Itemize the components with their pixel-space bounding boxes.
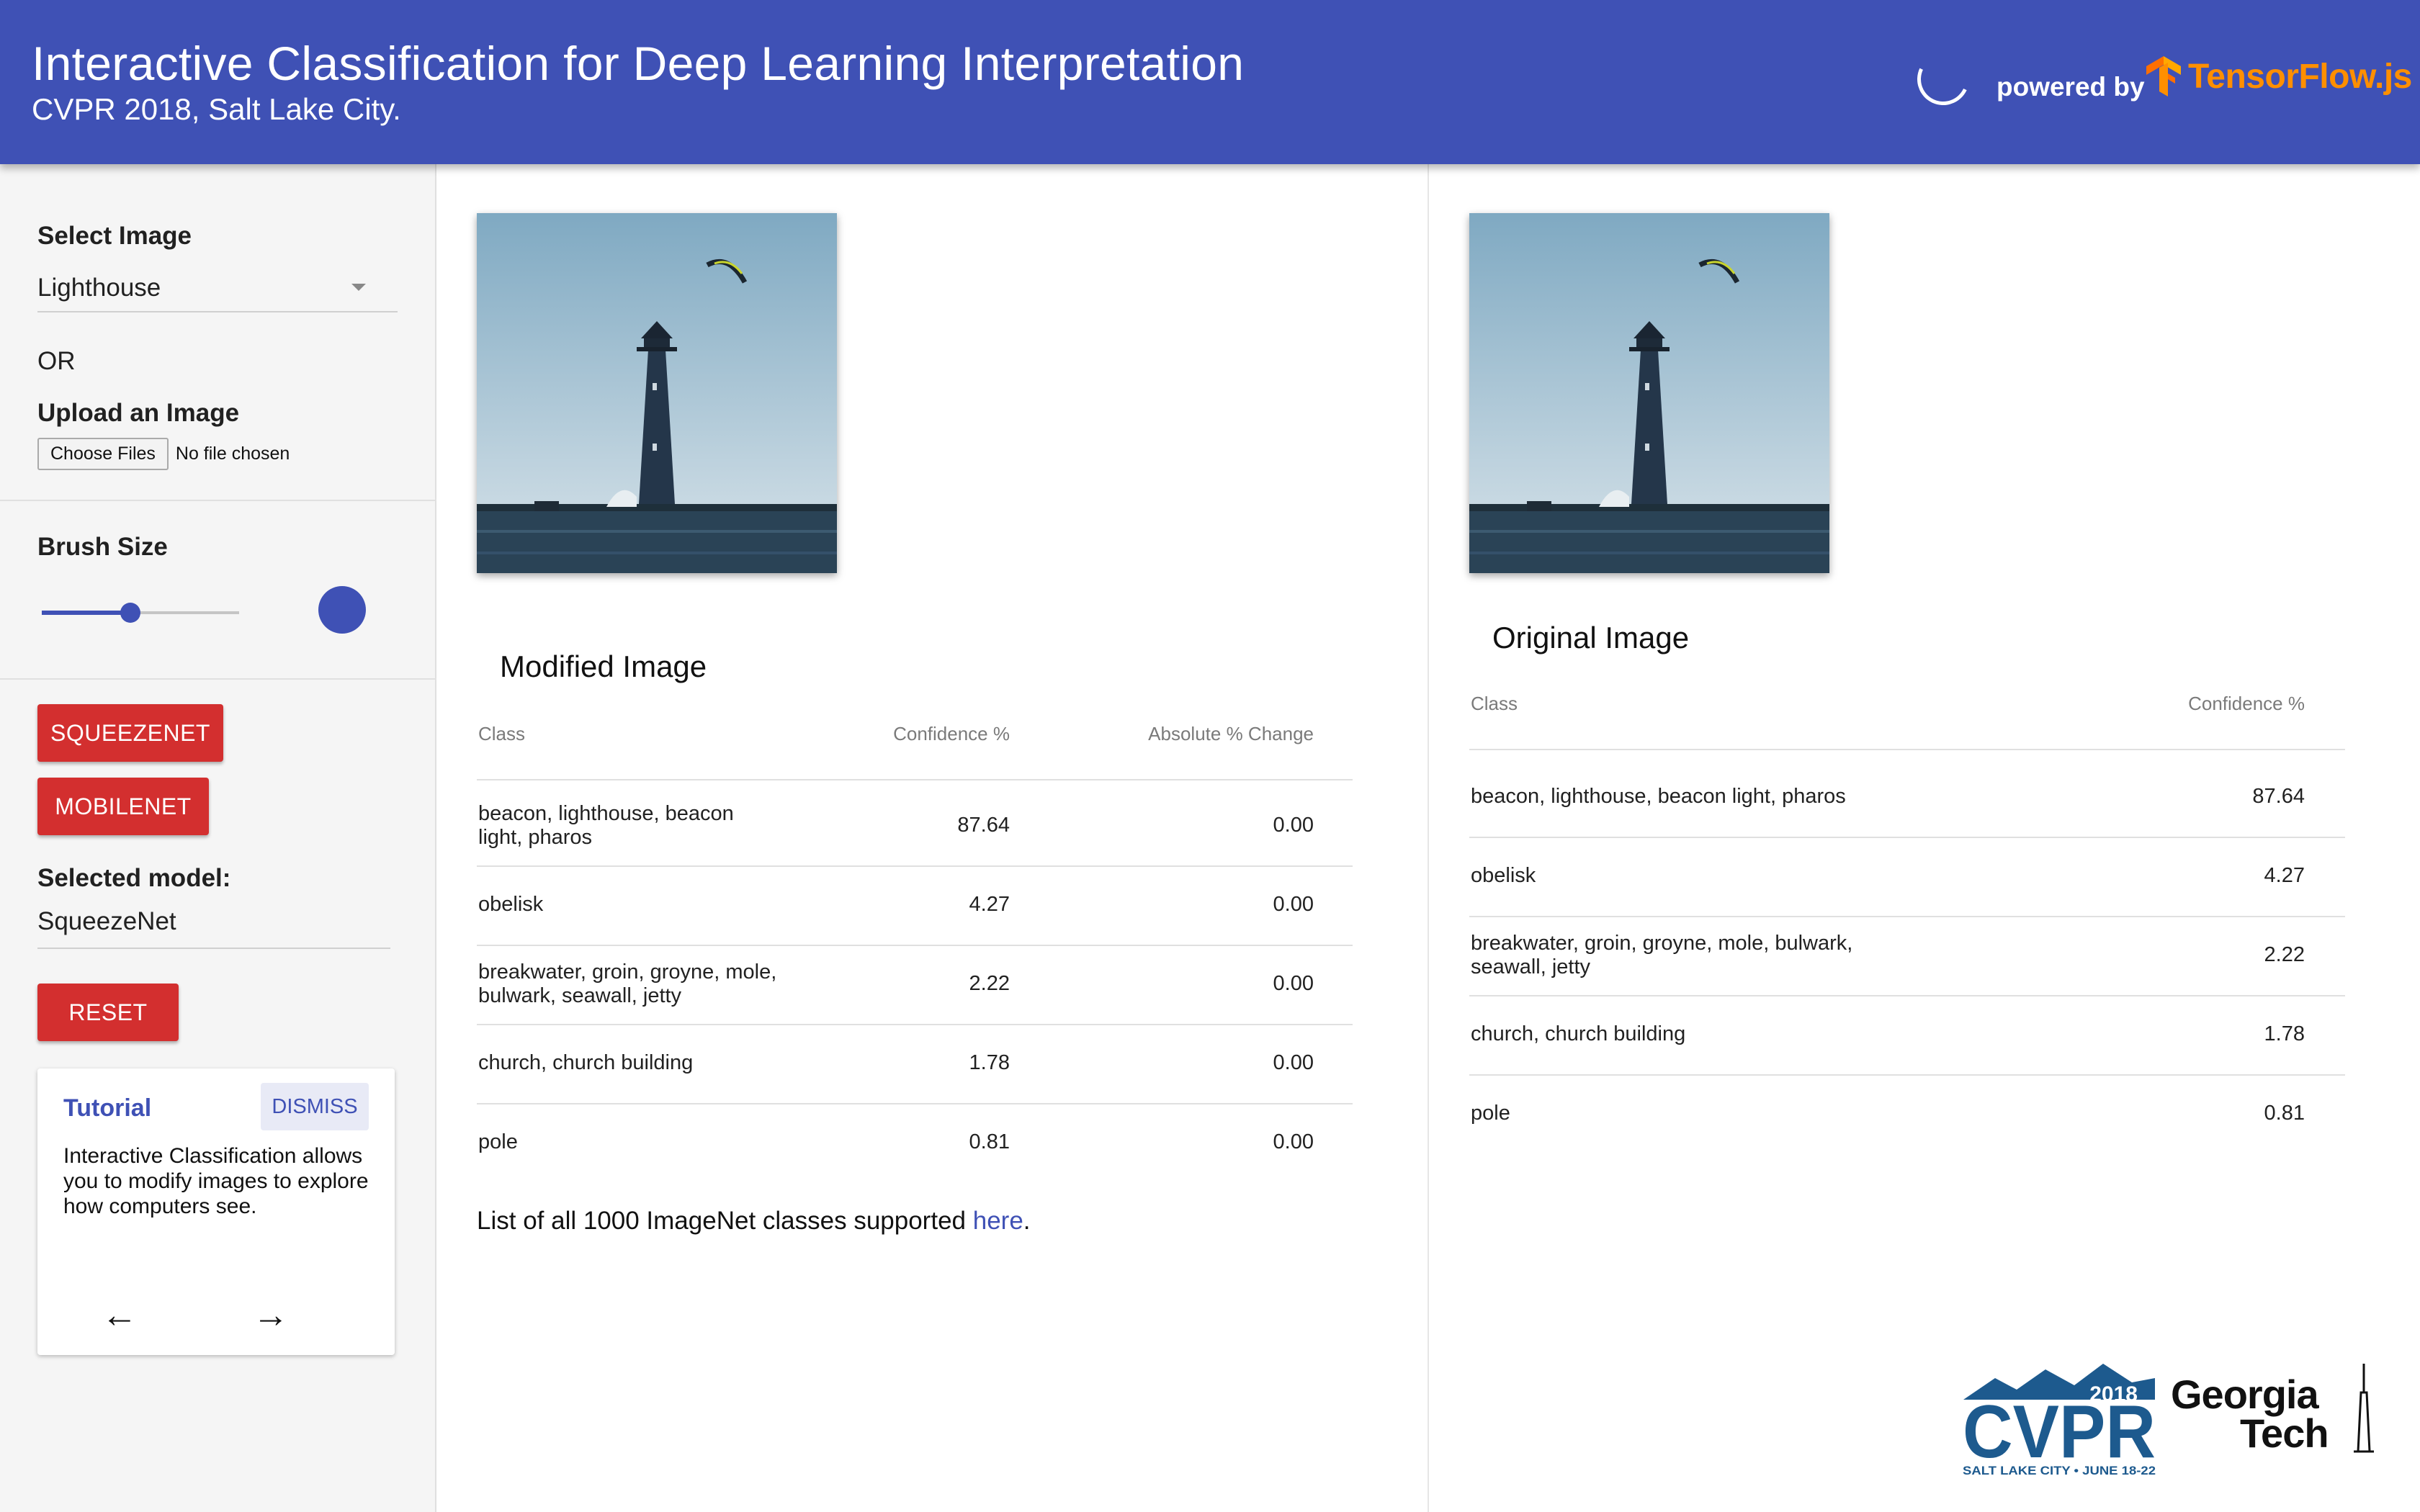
app-header: Interactive Classification for Deep Lear… [0, 0, 2420, 164]
modified-row-5-class: pole [478, 1130, 518, 1153]
choose-files-button[interactable]: Choose Files [37, 438, 169, 470]
mobilenet-button[interactable]: MOBILENET [37, 778, 209, 835]
tensorflow-icon [2146, 56, 2181, 96]
modified-row-5-change: 0.00 [1273, 1130, 1314, 1153]
modified-row-1-class: beacon, lighthouse, beacon light, pharos [478, 802, 734, 849]
modified-row-2-change: 0.00 [1273, 893, 1314, 916]
modified-row-3-confidence: 2.22 [969, 972, 1010, 995]
slider-fill [42, 611, 131, 615]
table-divider [477, 865, 1353, 867]
table-divider [1469, 916, 2345, 917]
brush-size-label: Brush Size [37, 533, 168, 561]
slider-thumb[interactable] [120, 603, 141, 623]
modified-row-4-change: 0.00 [1273, 1051, 1314, 1074]
gatech-line-2: Tech [2240, 1410, 2329, 1456]
reset-button[interactable]: RESET [37, 984, 179, 1041]
table-divider [477, 779, 1353, 780]
squeezenet-button[interactable]: SQUEEZENET [37, 704, 223, 762]
modified-image-title: Modified Image [500, 649, 707, 683]
original-image [1469, 213, 1829, 573]
original-row-4-confidence: 1.78 [2264, 1022, 2305, 1045]
arrow-left-icon[interactable]: ← [98, 1293, 141, 1336]
original-row-3-confidence: 2.22 [2264, 943, 2305, 966]
table-divider [477, 945, 1353, 946]
original-row-3-class: breakwater, groin, groyne, mole, bulwark… [1471, 932, 1853, 978]
image-select-value: Lighthouse [37, 274, 161, 302]
table-divider [1469, 995, 2345, 996]
tutorial-body: Interactive Classification allows you to… [63, 1144, 369, 1218]
original-row-1-confidence: 87.64 [2252, 785, 2305, 808]
cvpr-logo: 2018 CVPR SALT LAKE CITY • JUNE 18-22 [1963, 1364, 2156, 1477]
original-row-5-confidence: 0.81 [2264, 1102, 2305, 1125]
modified-confidence-header: Confidence % [893, 723, 1010, 744]
original-class-header: Class [1471, 693, 1518, 714]
footnote-text: List of all 1000 ImageNet classes suppor… [477, 1207, 973, 1235]
select-image-label: Select Image [37, 222, 192, 250]
tensorflow-label: TensorFlow.js [2188, 57, 2412, 96]
panel-divider [1428, 164, 1429, 1512]
modified-row-1-change: 0.00 [1273, 814, 1314, 837]
sidebar-divider [0, 678, 436, 680]
original-image-title: Original Image [1492, 621, 1690, 654]
modified-row-2-class: obelisk [478, 893, 544, 916]
selected-model-label: Selected model: [37, 864, 231, 892]
table-divider [477, 1024, 1353, 1025]
or-label: OR [37, 347, 76, 375]
cvpr-tagline: SALT LAKE CITY • JUNE 18-22 [1963, 1464, 2156, 1477]
modified-image-canvas[interactable] [477, 213, 837, 573]
table-divider [477, 1103, 1353, 1104]
tensorflow-logo[interactable]: TensorFlow.js [2145, 55, 2412, 98]
tutorial-card: Tutorial DISMISS Interactive Classificat… [37, 1068, 395, 1355]
modified-row-3-change: 0.00 [1273, 972, 1314, 995]
modified-row-2-confidence: 4.27 [969, 893, 1010, 916]
original-row-1-class: beacon, lighthouse, beacon light, pharos [1471, 785, 1846, 808]
table-divider [1469, 837, 2345, 838]
tutorial-title: Tutorial [63, 1094, 152, 1122]
original-row-2-class: obelisk [1471, 864, 1536, 887]
imagenet-footnote: List of all 1000 ImageNet classes suppor… [477, 1207, 1031, 1236]
powered-by-label: powered by [1996, 72, 2145, 102]
original-row-2-confidence: 4.27 [2264, 864, 2305, 887]
sidebar: Select Image Lighthouse OR Upload an Ima… [0, 164, 436, 1512]
file-upload: Choose Files No file chosen [37, 438, 290, 470]
app-subtitle: CVPR 2018, Salt Lake City. [32, 92, 401, 126]
modified-row-5-confidence: 0.81 [969, 1130, 1010, 1153]
footnote-period: . [1023, 1207, 1031, 1235]
brush-size-slider[interactable] [42, 602, 239, 624]
no-file-chosen-text: No file chosen [175, 444, 290, 464]
table-divider [1469, 1074, 2345, 1076]
arrow-right-icon[interactable]: → [249, 1293, 292, 1336]
brush-preview [318, 586, 366, 634]
dropdown-arrow-icon [351, 284, 366, 291]
tech-tower-icon [2354, 1364, 2374, 1453]
modified-row-3-class: breakwater, groin, groyne, mole, bulwark… [478, 960, 777, 1007]
modified-class-header: Class [478, 723, 526, 744]
selected-model-field: SqueezeNet [37, 901, 390, 949]
modified-row-1-confidence: 87.64 [957, 814, 1010, 837]
lighthouse-image [1469, 213, 1829, 573]
loading-spinner-icon [1909, 45, 1977, 113]
modified-change-header: Absolute % Change [1148, 723, 1314, 744]
sidebar-divider [0, 500, 436, 501]
original-confidence-header: Confidence % [2188, 693, 2305, 714]
georgia-tech-logo: Georgia Tech [2171, 1364, 2377, 1457]
modified-row-4-confidence: 1.78 [969, 1051, 1010, 1074]
image-select[interactable]: Lighthouse [37, 268, 398, 312]
lighthouse-image [477, 213, 837, 573]
table-divider [1469, 749, 2345, 750]
app-title: Interactive Classification for Deep Lear… [32, 37, 1245, 90]
dismiss-button[interactable]: DISMISS [261, 1083, 369, 1130]
cvpr-text: CVPR [1963, 1390, 2156, 1474]
modified-row-4-class: church, church building [478, 1051, 694, 1074]
original-row-4-class: church, church building [1471, 1022, 1686, 1045]
imagenet-classes-link[interactable]: here [973, 1207, 1023, 1235]
original-row-5-class: pole [1471, 1102, 1510, 1125]
upload-image-label: Upload an Image [37, 399, 240, 427]
